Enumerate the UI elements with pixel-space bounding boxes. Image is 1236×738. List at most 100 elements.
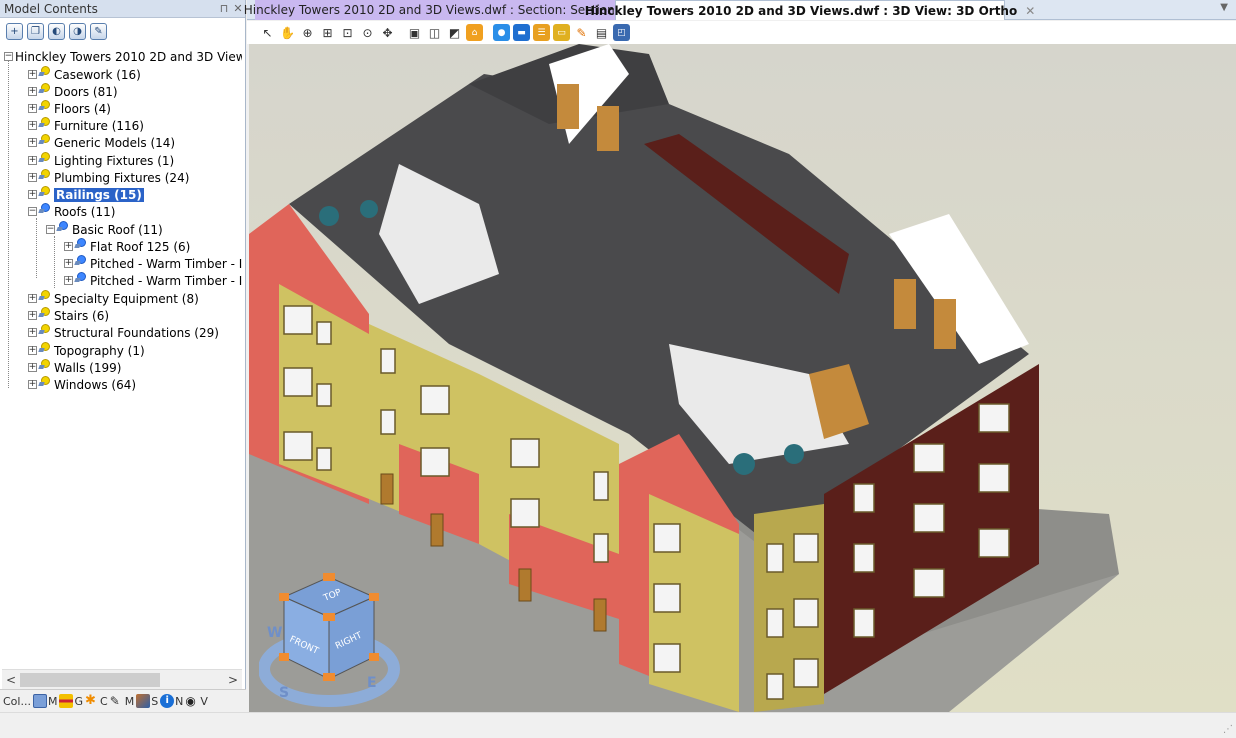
tree-item-stairs[interactable]: + Stairs (6) (28, 306, 109, 324)
expand-icon[interactable]: + (64, 276, 73, 285)
tree-item-pitched-2[interactable]: + Pitched - Warm Timber - Insulation (64, 271, 242, 289)
visibility-bulb-icon[interactable] (75, 237, 86, 250)
pin-icon[interactable]: ⊓ (217, 2, 231, 15)
tab-contents[interactable]: Col... (3, 695, 31, 708)
tab-menu-icon[interactable]: ▼ (1220, 2, 1228, 13)
show-icon[interactable]: ◐ (48, 22, 65, 40)
orbit-icon[interactable]: ✥ (379, 24, 396, 41)
view-cube[interactable]: TOP FRONT RIGHT W S E (259, 569, 409, 709)
tree-item-structural-foundations[interactable]: + Structural Foundations (29) (28, 323, 219, 341)
properties-icon[interactable]: ▤ (593, 24, 610, 41)
tree-item-plumbing-fixtures[interactable]: + Plumbing Fixtures (24) (28, 168, 189, 186)
visibility-bulb-icon[interactable] (39, 82, 50, 95)
select-icon[interactable]: ↖ (259, 24, 276, 41)
visibility-bulb-icon[interactable] (75, 254, 86, 267)
shaded-icon[interactable]: ● (493, 24, 510, 41)
expand-icon[interactable]: + (28, 87, 37, 96)
expand-icon[interactable]: + (64, 242, 73, 251)
expand-icon[interactable]: + (28, 156, 37, 165)
zoom-window-icon[interactable]: ⊞ (319, 24, 336, 41)
tab-measure[interactable]: ✎ M (110, 694, 135, 708)
copy-view-icon[interactable]: ❐ (27, 22, 44, 40)
tree-item-lighting-fixtures[interactable]: + Lighting Fixtures (1) (28, 151, 174, 169)
cube-top-icon[interactable]: ◩ (446, 24, 463, 41)
visibility-bulb-icon[interactable] (39, 289, 50, 302)
scroll-thumb[interactable] (20, 673, 160, 687)
collapse-icon[interactable]: − (46, 225, 55, 234)
visibility-bulb-icon[interactable] (57, 220, 68, 233)
cube-side-icon[interactable]: ◫ (426, 24, 443, 41)
tab-camera[interactable]: ✱ C (85, 694, 108, 708)
tree-item-railings[interactable]: + Railings (15) (28, 185, 144, 203)
isolate-icon[interactable]: ✎ (90, 22, 107, 40)
expand-icon[interactable]: + (28, 294, 37, 303)
visibility-bulb-icon[interactable] (39, 133, 50, 146)
hide-icon[interactable]: ◑ (69, 22, 86, 40)
home-view-icon[interactable]: ⌂ (466, 24, 483, 41)
visibility-bulb-icon[interactable] (39, 306, 50, 319)
visibility-bulb-icon[interactable] (39, 116, 50, 129)
visibility-bulb-icon[interactable] (39, 375, 50, 388)
tree-item-doors[interactable]: + Doors (81) (28, 82, 118, 100)
tab-info[interactable]: iN (160, 694, 183, 708)
expand-icon[interactable]: + (28, 70, 37, 79)
wireframe-icon[interactable]: ▬ (513, 24, 530, 41)
expand-icon[interactable]: + (28, 380, 37, 389)
fullscreen-icon[interactable]: ◰ (613, 24, 630, 41)
expand-icon[interactable]: + (64, 259, 73, 268)
measure-icon[interactable]: ▭ (553, 24, 570, 41)
visibility-bulb-icon[interactable] (75, 271, 86, 284)
collapse-icon[interactable]: − (28, 207, 37, 216)
expand-icon[interactable]: + (28, 121, 37, 130)
layers-icon[interactable]: ☰ (533, 24, 550, 41)
pan-icon[interactable]: ✋ (279, 24, 296, 41)
close-tab-icon[interactable]: ✕ (1025, 4, 1035, 18)
cube-front-icon[interactable]: ▣ (406, 24, 423, 41)
tree-item-specialty-equipment[interactable]: + Specialty Equipment (8) (28, 289, 199, 307)
expand-icon[interactable]: + (28, 173, 37, 182)
tree-root[interactable]: − Hinckley Towers 2010 2D and 3D Views.d… (4, 48, 242, 65)
markup-pen-icon[interactable]: ✎ (573, 24, 590, 41)
scroll-left-icon[interactable]: < (6, 673, 16, 687)
expand-icon[interactable]: + (28, 363, 37, 372)
tree-item-flat-roof[interactable]: + Flat Roof 125 (6) (64, 237, 190, 255)
tree-item-basic-roof[interactable]: − Basic Roof (11) (46, 220, 163, 238)
horizontal-scrollbar[interactable]: < > (2, 669, 242, 689)
tab-section-3[interactable]: Hinckley Towers 2010 2D and 3D Views.dwf… (244, 0, 626, 20)
expand-icon[interactable]: + (28, 311, 37, 320)
visibility-bulb-icon[interactable] (39, 168, 50, 181)
tree-item-walls[interactable]: + Walls (199) (28, 358, 121, 376)
visibility-bulb-icon[interactable] (39, 358, 50, 371)
tree-item-floors[interactable]: + Floors (4) (28, 99, 111, 117)
tab-view[interactable]: ◉ V (185, 694, 208, 708)
visibility-bulb-icon[interactable] (39, 202, 50, 215)
expand-icon[interactable]: + (28, 104, 37, 113)
tree-item-windows[interactable]: + Windows (64) (28, 375, 136, 393)
visibility-bulb-icon[interactable] (39, 99, 50, 112)
visibility-bulb-icon[interactable] (39, 185, 50, 198)
expand-icon[interactable]: + (28, 190, 37, 199)
tree-item-pitched-1[interactable]: + Pitched - Warm Timber - Insulation (64, 254, 242, 272)
expand-icon[interactable]: + (28, 328, 37, 337)
tab-markups[interactable]: M (32, 694, 57, 708)
zoom-region-icon[interactable]: ⊙ (359, 24, 376, 41)
visibility-bulb-icon[interactable] (39, 65, 50, 78)
expand-icon[interactable]: + (28, 346, 37, 355)
fit-icon[interactable]: ⊡ (339, 24, 356, 41)
collapse-icon[interactable]: − (4, 52, 13, 61)
tree-item-generic-models[interactable]: + Generic Models (14) (28, 133, 175, 151)
tab-3d-ortho[interactable]: Hinckley Towers 2010 2D and 3D Views.dwf… (585, 0, 1035, 20)
tree-item-furniture[interactable]: + Furniture (116) (28, 116, 144, 134)
tree-item-casework[interactable]: + Casework (16) (28, 65, 141, 83)
visibility-bulb-icon[interactable] (39, 151, 50, 164)
zoom-icon[interactable]: ⊕ (299, 24, 316, 41)
scroll-right-icon[interactable]: > (228, 673, 238, 687)
visibility-bulb-icon[interactable] (39, 323, 50, 336)
add-view-icon[interactable]: + (6, 22, 23, 40)
tab-section[interactable]: S (136, 694, 158, 708)
tree-item-topography[interactable]: + Topography (1) (28, 341, 145, 359)
tab-grid[interactable]: G (59, 694, 83, 708)
3d-viewport[interactable]: TOP FRONT RIGHT W S E (249, 44, 1236, 712)
resize-grip-icon[interactable]: ⋰ (1223, 724, 1233, 735)
visibility-bulb-icon[interactable] (39, 341, 50, 354)
